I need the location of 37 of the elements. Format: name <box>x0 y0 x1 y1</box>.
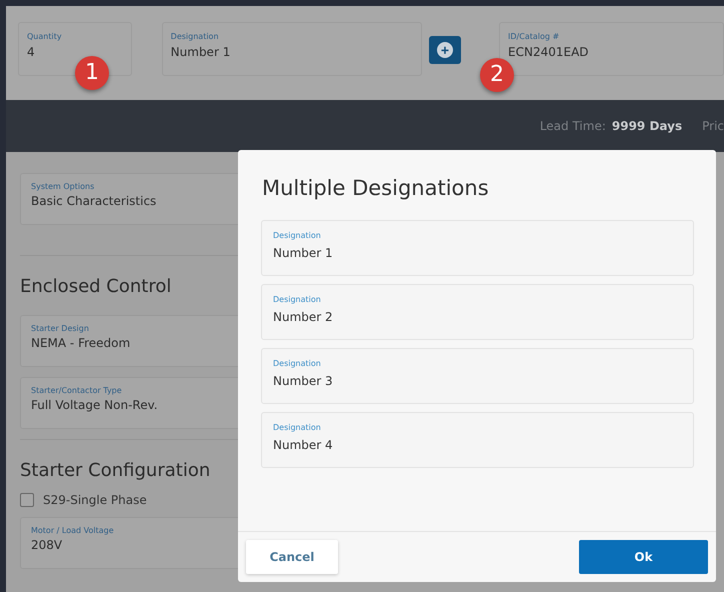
field-label: ID/Catalog # <box>508 32 560 41</box>
field-label: Designation <box>273 295 322 304</box>
callout-badge: 2 <box>480 58 514 92</box>
field-label: Starter Design <box>31 324 90 333</box>
designation-field[interactable]: Designation Number 3 <box>261 348 694 404</box>
price-label: Pric <box>702 119 724 133</box>
designation-field[interactable]: Designation Number 2 <box>261 284 694 340</box>
lead-time-value: 9999 Days <box>612 119 682 133</box>
ok-button[interactable]: Ok <box>579 540 708 574</box>
field-value: 208V <box>31 538 64 552</box>
checkbox-label: S29-Single Phase <box>43 493 147 507</box>
field-value: Basic Characteristics <box>31 194 158 208</box>
field-label: Designation <box>273 231 322 240</box>
field-label: Quantity <box>27 32 63 41</box>
field-value: 4 <box>27 45 36 59</box>
add-button[interactable]: + <box>428 36 462 64</box>
section-heading: Enclosed Control <box>20 276 172 297</box>
designation-field[interactable]: Designation Number 1 <box>162 22 422 76</box>
cancel-button[interactable]: Cancel <box>246 540 338 574</box>
field-value: Number 1 <box>273 246 334 260</box>
field-value: Full Voltage Non-Rev. <box>31 398 159 412</box>
checkbox[interactable] <box>20 493 34 507</box>
lead-time-label: Lead Time: <box>540 119 606 133</box>
field-value: Number 4 <box>273 438 334 452</box>
field-label: Designation <box>273 423 322 432</box>
field-label: Designation <box>273 359 322 368</box>
field-label: System Options <box>31 182 96 191</box>
field-value: NEMA - Freedom <box>31 336 132 350</box>
field-label: Designation <box>170 32 220 41</box>
field-label: Motor / Load Voltage <box>31 526 115 535</box>
callout-badge: 1 <box>75 56 109 90</box>
field-label: Starter/Contactor Type <box>31 386 123 395</box>
field-value: ECN2401EAD <box>508 45 590 59</box>
designation-field[interactable]: Designation Number 1 <box>261 220 694 276</box>
section-heading: Starter Configuration <box>20 460 212 481</box>
designation-field[interactable]: Designation Number 4 <box>261 412 694 468</box>
field-value: Number 1 <box>170 45 232 59</box>
